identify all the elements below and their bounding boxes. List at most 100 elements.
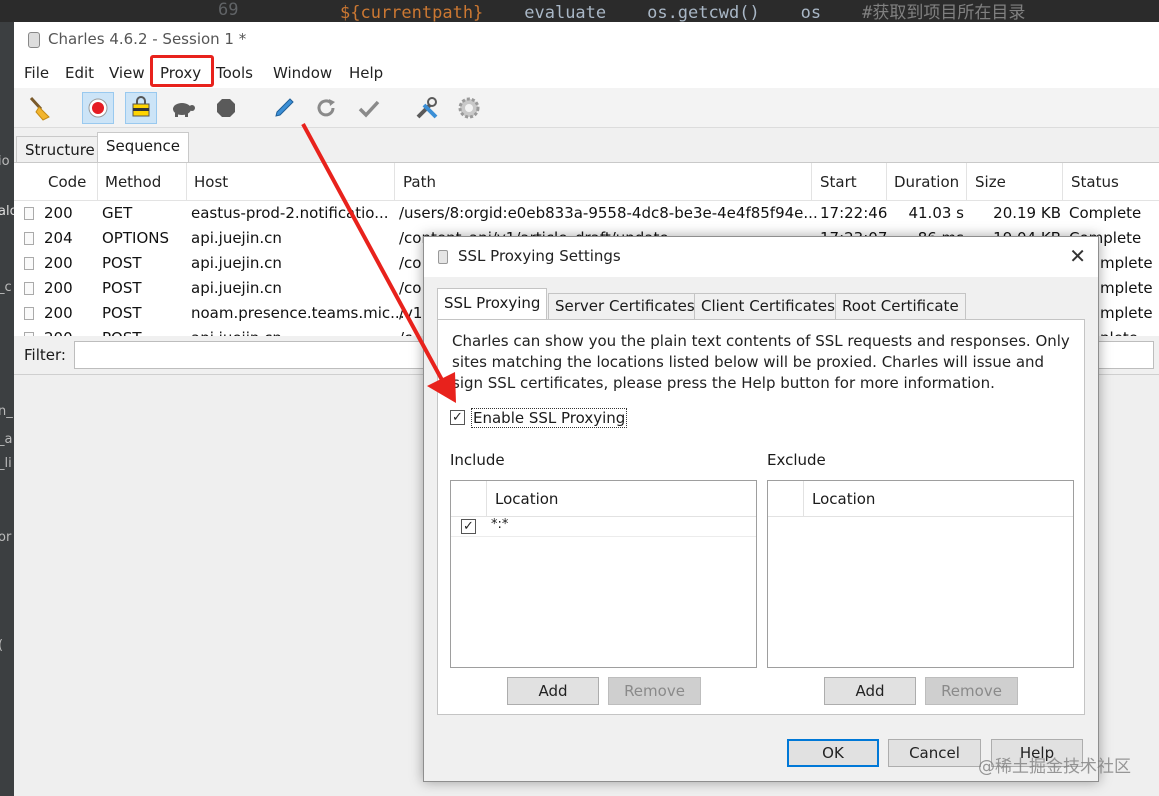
cell-host: eastus-prod-2.notificatio... <box>191 204 389 222</box>
cell-host: api.juejin.cn <box>191 254 282 272</box>
gutter-fragment: _c <box>0 280 12 295</box>
stop-icon[interactable] <box>210 92 242 124</box>
cancel-button[interactable]: Cancel <box>888 739 981 767</box>
gutter-fragment: or <box>0 530 12 545</box>
gutter-fragment: io <box>0 154 10 169</box>
ssl-description: Charles can show you the plain text cont… <box>452 332 1070 392</box>
tab-sequence[interactable]: Sequence <box>97 132 189 164</box>
gutter-fragment: ( <box>0 638 3 653</box>
column-divider <box>966 163 967 201</box>
watermark: @稀土掘金技术社区 <box>978 757 1131 777</box>
menu-edit[interactable]: Edit <box>63 64 96 82</box>
menu-window[interactable]: Window <box>271 64 334 82</box>
pen-icon[interactable] <box>268 92 300 124</box>
column-header-method[interactable]: Method <box>105 173 161 191</box>
menu-file[interactable]: File <box>22 64 51 82</box>
ssl-proxying-panel: Charles can show you the plain text cont… <box>437 319 1085 715</box>
cell-code: 200 <box>44 279 73 297</box>
turtle-icon[interactable] <box>167 92 199 124</box>
tab-structure[interactable]: Structure <box>16 136 104 164</box>
code-comment: #获取到项目所在目录 <box>862 3 1026 22</box>
broom-icon[interactable] <box>24 92 56 124</box>
cell-path: /co <box>399 254 422 272</box>
exclude-list-header: Location <box>768 481 1073 517</box>
exclude-add-button[interactable]: Add <box>824 677 916 705</box>
check-icon[interactable] <box>353 92 385 124</box>
column-divider <box>186 163 187 201</box>
code-token-var: ${currentpath} <box>340 3 484 22</box>
column-divider <box>394 163 395 201</box>
gutter-fragment: _li <box>0 456 12 471</box>
window-title-bar: Charles 4.6.2 - Session 1 * <box>14 22 1159 58</box>
dialog-title-bar: SSL Proxying Settings ✕ <box>424 237 1098 277</box>
include-add-button[interactable]: Add <box>507 677 599 705</box>
cell-code: 200 <box>44 304 73 322</box>
throttle-icon[interactable] <box>125 92 157 124</box>
enable-ssl-label[interactable]: Enable SSL Proxying <box>471 408 628 428</box>
exclude-remove-button[interactable]: Remove <box>925 677 1018 705</box>
exclude-location-header[interactable]: Location <box>812 490 875 508</box>
close-icon[interactable]: ✕ <box>1069 244 1086 268</box>
menu-tools[interactable]: Tools <box>214 64 255 82</box>
column-divider <box>97 163 98 201</box>
cell-status: mplete <box>1100 279 1153 297</box>
column-header-start[interactable]: Start <box>820 173 857 191</box>
cell-status: mplete <box>1100 304 1153 322</box>
request-icon <box>24 207 34 220</box>
charles-app-icon <box>438 250 448 264</box>
menu-help[interactable]: Help <box>347 64 385 82</box>
column-divider <box>886 163 887 201</box>
column-header-host[interactable]: Host <box>194 173 228 191</box>
table-header: Code Method Host Path Start Duration Siz… <box>14 163 1159 201</box>
column-header-code[interactable]: Code <box>48 173 86 191</box>
gutter-fragment: alo <box>0 204 14 219</box>
column-divider <box>486 481 487 517</box>
tab-root-certificate[interactable]: Root Certificate <box>835 293 966 320</box>
table-row[interactable]: 200 GET eastus-prod-2.notificatio... /users… <box>14 201 1159 226</box>
editor-left-gutter: io alo _c n_ _a _li or ( <box>0 22 14 796</box>
dialog-title: SSL Proxying Settings <box>458 247 621 265</box>
menu-view[interactable]: View <box>107 64 147 82</box>
record-icon[interactable] <box>82 92 114 124</box>
include-label: Include <box>450 451 505 469</box>
code-token-call: os.getcwd() <box>647 3 760 22</box>
tab-ssl-proxying[interactable]: SSL Proxying <box>437 288 548 321</box>
cell-method: OPTIONS <box>102 229 169 247</box>
include-row-checkbox[interactable]: ✓ <box>461 519 476 534</box>
cell-method: POST <box>102 279 142 297</box>
cell-path: /v1 <box>399 304 423 322</box>
exclude-list[interactable]: Location <box>767 480 1074 668</box>
column-divider <box>803 481 804 517</box>
settings-icon[interactable] <box>453 92 485 124</box>
request-icon <box>24 232 34 245</box>
enable-ssl-checkbox[interactable]: ✓ <box>450 410 465 425</box>
code-line: ${currentpath} evaluate os.getcwd() os #… <box>340 0 1025 22</box>
include-remove-button[interactable]: Remove <box>608 677 701 705</box>
editor-background: 69 ${currentpath} evaluate os.getcwd() o… <box>0 0 1159 22</box>
include-list[interactable]: Location ✓ *:* <box>450 480 757 668</box>
cell-size: 20.19 KB <box>993 204 1061 222</box>
tools-icon[interactable] <box>411 92 443 124</box>
column-divider <box>1062 163 1063 201</box>
column-header-duration[interactable]: Duration <box>894 173 959 191</box>
cell-method: GET <box>102 204 133 222</box>
column-header-path[interactable]: Path <box>403 173 436 191</box>
line-number: 69 <box>218 0 239 20</box>
cell-start: 17:22:46 <box>820 204 888 222</box>
cell-method: POST <box>102 304 142 322</box>
column-header-size[interactable]: Size <box>975 173 1006 191</box>
include-row[interactable]: ✓ *:* <box>451 517 756 537</box>
cell-code: 200 <box>44 254 73 272</box>
refresh-icon[interactable] <box>310 92 342 124</box>
tab-client-certificates[interactable]: Client Certificates <box>694 293 842 320</box>
request-icon <box>24 307 34 320</box>
ok-button[interactable]: OK <box>787 739 879 767</box>
window-title: Charles 4.6.2 - Session 1 * <box>48 30 247 48</box>
include-location-header[interactable]: Location <box>495 490 558 508</box>
code-token-os: os <box>800 3 822 22</box>
tab-server-certificates[interactable]: Server Certificates <box>548 293 702 320</box>
toolbar <box>14 88 1159 128</box>
charles-app-icon <box>28 32 40 48</box>
view-tab-strip: Structure Sequence <box>16 132 1159 164</box>
column-header-status[interactable]: Status <box>1071 173 1119 191</box>
